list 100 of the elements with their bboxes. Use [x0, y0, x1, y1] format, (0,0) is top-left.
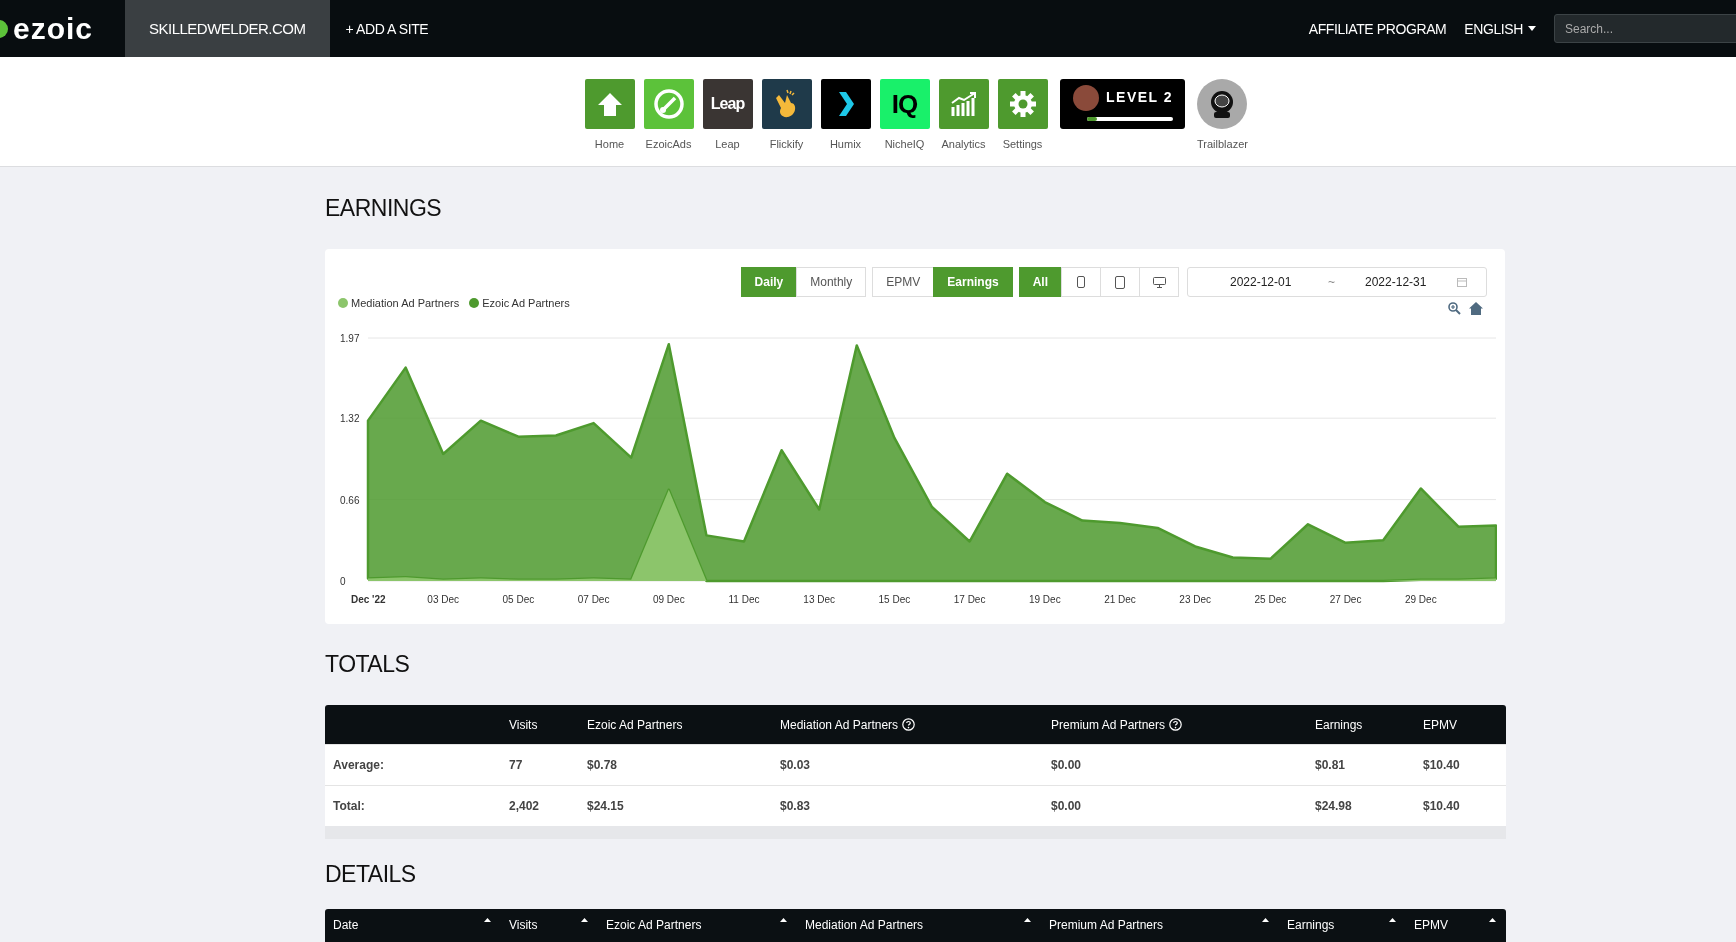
table-cell-text: 2,402: [509, 799, 541, 813]
sort-icon[interactable]: [581, 918, 588, 922]
table-cell-text: $10.40: [1423, 799, 1461, 813]
column-header[interactable]: Mediation Ad Partners: [805, 918, 924, 932]
gear-icon: [1008, 90, 1037, 118]
sort-icon[interactable]: [1389, 918, 1396, 922]
device-button[interactable]: [1100, 267, 1140, 297]
x-tick-label: 27 Dec: [1329, 594, 1362, 605]
column-header: EPMV: [1423, 717, 1457, 732]
column-header[interactable]: Visits: [509, 918, 538, 932]
sort-icon[interactable]: [1489, 918, 1496, 922]
app-tile[interactable]: [643, 79, 694, 129]
app-label[interactable]: Settings: [1002, 138, 1043, 150]
helmet-icon[interactable]: [1197, 79, 1248, 129]
affiliate-link[interactable]: AFFILIATE PROGRAM: [1308, 20, 1447, 37]
column-header[interactable]: Premium Ad Partners: [1049, 918, 1164, 932]
add-site-link[interactable]: + ADD A SITE: [345, 20, 429, 37]
sort-icon[interactable]: [1262, 918, 1269, 922]
column-header: Visits: [509, 717, 538, 732]
app-label[interactable]: Trailblazer: [1197, 138, 1248, 150]
tablet-icon: [1115, 275, 1125, 289]
sort-icon[interactable]: [780, 918, 787, 922]
x-tick-label: 23 Dec: [1179, 594, 1212, 605]
help-icon[interactable]: [902, 718, 916, 731]
toggle-button[interactable]: EPMV: [872, 267, 935, 297]
column-header[interactable]: Ezoic Ad Partners: [606, 918, 702, 932]
site-tab[interactable]: SKILLEDWELDER.COM: [125, 0, 330, 57]
column-header: Earnings: [1315, 717, 1363, 732]
x-tick-label: Dec '22: [351, 594, 386, 605]
app-tile[interactable]: [584, 79, 635, 129]
section-heading: DETAILS: [325, 860, 416, 888]
table-cell-text: $0.00: [1051, 799, 1083, 813]
search-field[interactable]: Search...: [1554, 14, 1736, 43]
logo[interactable]: ezoic: [13, 11, 111, 46]
house-icon: [596, 91, 623, 117]
table-cell-text: $0.83: [780, 799, 812, 813]
toggle-button[interactable]: Earnings: [933, 267, 1013, 297]
phone-icon: [1077, 276, 1085, 288]
x-tick-label: 17 Dec: [953, 594, 986, 605]
column-header[interactable]: EPMV: [1414, 918, 1448, 932]
date-range-field[interactable]: 2022-12-01 ~ 2022-12-31: [1187, 267, 1487, 297]
app-tile[interactable]: IQ: [879, 79, 930, 129]
table-cell-text: 77: [509, 758, 524, 772]
device-button[interactable]: [1139, 267, 1179, 297]
app-label[interactable]: Home: [594, 138, 625, 150]
x-tick-label: 25 Dec: [1254, 594, 1287, 605]
section-heading: EARNINGS: [325, 194, 442, 222]
row-label: Total:: [333, 799, 366, 813]
range-separator: ~: [1328, 275, 1335, 289]
app-label[interactable]: NicheIQ: [884, 138, 925, 150]
sort-icon[interactable]: [484, 918, 491, 922]
x-tick-label: 21 Dec: [1104, 594, 1136, 605]
x-tick-label: 09 Dec: [652, 594, 685, 605]
toggle-button[interactable]: All: [1018, 267, 1062, 297]
x-tick-label: 03 Dec: [427, 594, 460, 605]
x-tick-label: 15 Dec: [878, 594, 911, 605]
row-label: Average:: [333, 758, 385, 772]
toggle-button[interactable]: Monthly: [796, 267, 867, 297]
level-text: LEVEL 2: [1106, 89, 1174, 105]
toggle-button[interactable]: Daily: [740, 267, 798, 297]
app-label[interactable]: Humix: [829, 138, 862, 150]
help-icon[interactable]: [1169, 718, 1183, 731]
column-header: Ezoic Ad Partners: [587, 717, 683, 732]
table-cell-text: $0.81: [1315, 758, 1347, 772]
app-label[interactable]: Analytics: [941, 138, 986, 150]
level-card[interactable]: LEVEL 2: [1060, 79, 1185, 129]
start-date: 2022-12-01: [1230, 275, 1293, 289]
language-menu[interactable]: ENGLISH: [1464, 20, 1523, 37]
legend-label[interactable]: Ezoic Ad Partners: [482, 297, 570, 309]
column-header[interactable]: Date: [333, 918, 359, 932]
column-header: Mediation Ad Partners: [780, 717, 899, 732]
column-header[interactable]: Earnings: [1287, 918, 1335, 932]
app-tile[interactable]: [997, 79, 1048, 129]
y-tick-label: 0.66: [340, 494, 360, 506]
x-tick-label: 13 Dec: [803, 594, 836, 605]
y-tick-label: 1.97: [340, 333, 360, 344]
x-tick-label: 05 Dec: [502, 594, 535, 605]
app-tile[interactable]: [820, 79, 871, 129]
zoom-icon[interactable]: [1448, 302, 1461, 315]
app-tile[interactable]: [761, 79, 812, 129]
app-tile[interactable]: [938, 79, 989, 129]
y-tick-label: 1.32: [340, 413, 360, 425]
app-label[interactable]: EzoicAds: [645, 138, 692, 150]
x-tick-label: 07 Dec: [577, 594, 610, 605]
sort-icon[interactable]: [1024, 918, 1031, 922]
x-tick-label: 29 Dec: [1404, 594, 1437, 605]
home-icon[interactable]: [1469, 302, 1483, 315]
app-label[interactable]: Leap: [715, 138, 740, 150]
app-tile[interactable]: Leap: [702, 79, 753, 129]
app-label[interactable]: Flickify: [769, 138, 804, 150]
avatar: [1073, 85, 1099, 111]
table-cell-text: $0.03: [780, 758, 812, 772]
y-tick-label: 0: [340, 576, 346, 587]
x-tick-label: 11 Dec: [728, 594, 760, 605]
bar-chart-icon: [949, 91, 978, 117]
legend-label[interactable]: Mediation Ad Partners: [351, 297, 460, 309]
monitor-icon: [1152, 276, 1166, 288]
chevron-icon: [836, 91, 855, 117]
device-button[interactable]: [1061, 267, 1101, 297]
calendar-icon: [1457, 277, 1467, 287]
